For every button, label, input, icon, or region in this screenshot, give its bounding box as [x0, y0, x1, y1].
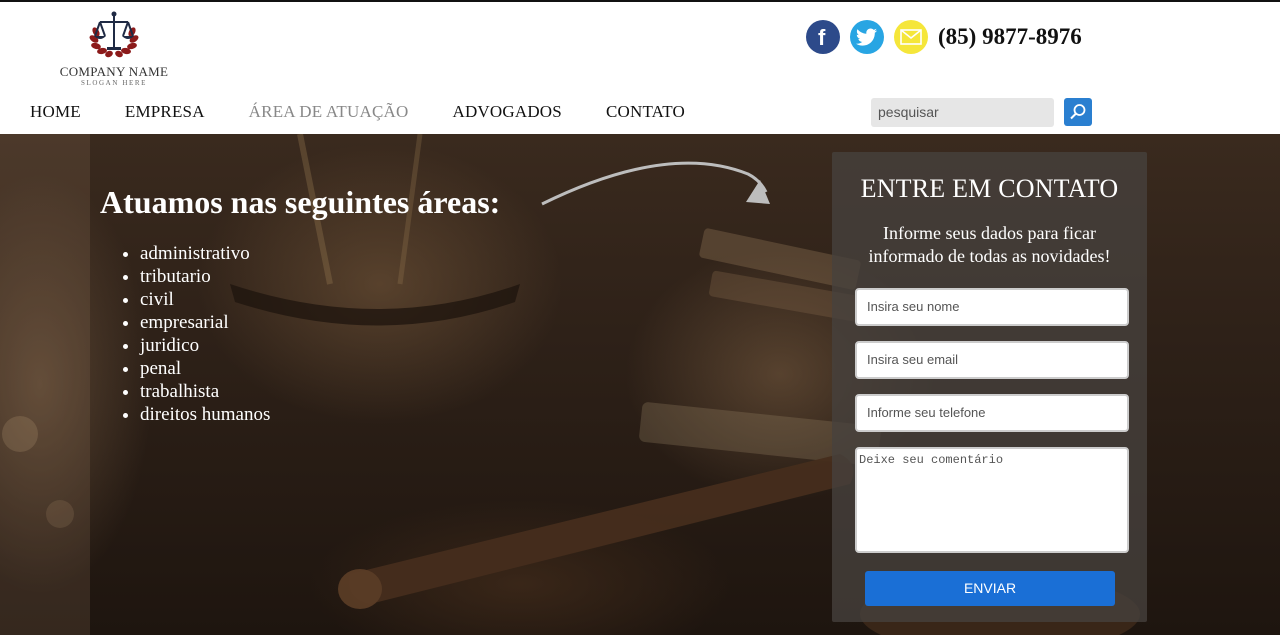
areas-list: administrativo tributario civil empresar… [140, 242, 270, 426]
svg-text:f: f [818, 26, 826, 48]
facebook-icon[interactable]: f [806, 20, 840, 54]
email-field[interactable]: Insira seu email [855, 341, 1129, 379]
company-name: COMPANY NAME [59, 64, 169, 79]
areas-heading: Atuamos nas seguintes áreas: [100, 184, 501, 220]
company-logo[interactable]: COMPANY NAME SLOGAN HERE [58, 6, 170, 90]
area-item: civil [140, 288, 270, 311]
area-item: trabalhista [140, 380, 270, 403]
hero-section: Atuamos nas seguintes áreas: administrat… [0, 134, 1280, 635]
contact-form: ENTRE EM CONTATO Informe seus dados para… [832, 152, 1147, 622]
curved-arrow-icon [541, 161, 770, 206]
nav-item-advogados[interactable]: ADVOGADOS [452, 102, 561, 122]
phone-field[interactable]: Informe seu telefone [855, 394, 1129, 432]
area-item: tributario [140, 265, 270, 288]
area-item: administrativo [140, 242, 270, 265]
mail-icon[interactable] [894, 20, 928, 54]
scales-of-justice-laurel-icon [89, 11, 139, 58]
area-item: empresarial [140, 311, 270, 334]
search-button[interactable] [1064, 98, 1092, 126]
submit-button[interactable]: ENVIAR [865, 571, 1115, 606]
contact-form-title: ENTRE EM CONTATO [860, 174, 1119, 203]
name-field[interactable]: Insira seu nome [855, 288, 1129, 326]
company-slogan: SLOGAN HERE [80, 79, 147, 87]
search-icon [1070, 104, 1086, 120]
nav-item-home[interactable]: HOME [30, 102, 81, 122]
social-links: f (85) 9877-8976 [806, 20, 1082, 54]
main-nav: HOME EMPRESA ÁREA DE ATUAÇÃO ADVOGADOS C… [30, 102, 729, 122]
contact-form-subtitle: Informe seus dados para ficar informado … [868, 223, 1111, 266]
area-item: juridico [140, 334, 270, 357]
phone-number[interactable]: (85) 9877-8976 [938, 24, 1082, 50]
twitter-icon[interactable] [850, 20, 884, 54]
nav-item-area-de-atuacao[interactable]: ÁREA DE ATUAÇÃO [249, 102, 409, 122]
area-item: penal [140, 357, 270, 380]
site-header: COMPANY NAME SLOGAN HERE f (85) 9877-897… [0, 2, 1280, 134]
area-item: direitos humanos [140, 403, 270, 426]
comment-textarea[interactable]: Deixe seu comentário [855, 447, 1129, 553]
nav-item-contato[interactable]: CONTATO [606, 102, 685, 122]
search-input[interactable]: pesquisar [871, 98, 1054, 127]
nav-item-empresa[interactable]: EMPRESA [125, 102, 205, 122]
